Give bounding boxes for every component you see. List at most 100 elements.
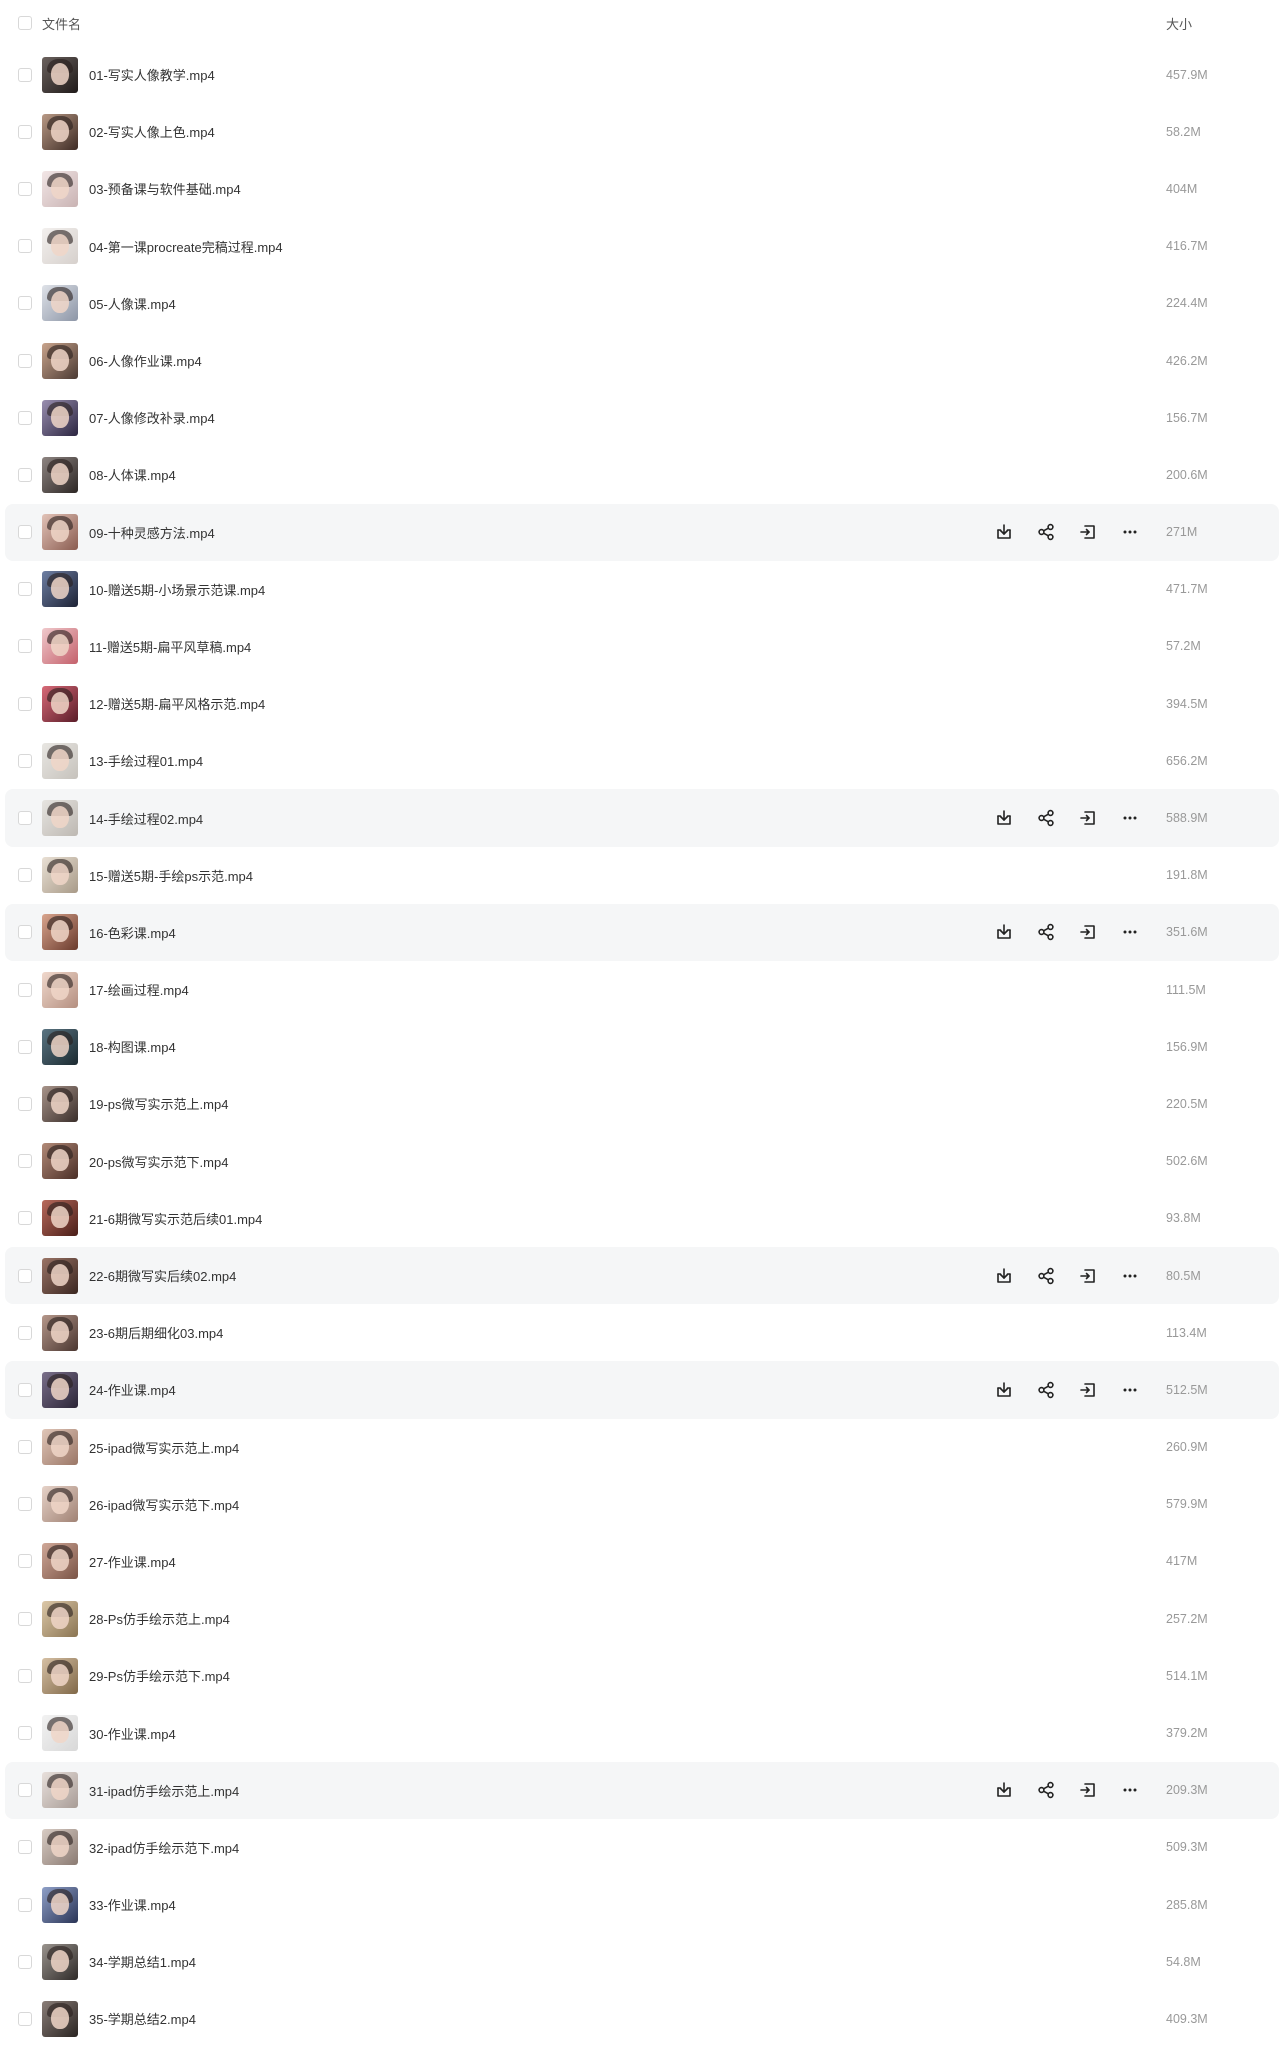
video-thumbnail[interactable] <box>42 1429 78 1466</box>
file-row[interactable]: 26-ipad微写实示范下.mp4 579.9M <box>0 1476 1279 1533</box>
file-name[interactable]: 27-作业课.mp4 <box>89 1552 176 1571</box>
video-thumbnail[interactable] <box>42 1143 78 1180</box>
row-checkbox[interactable] <box>18 353 32 368</box>
video-thumbnail[interactable] <box>42 2000 78 2037</box>
video-thumbnail[interactable] <box>42 628 78 665</box>
video-thumbnail[interactable] <box>42 1371 78 1408</box>
move-icon[interactable] <box>1077 807 1099 829</box>
row-checkbox[interactable] <box>18 1096 32 1111</box>
file-row[interactable]: 29-Ps仿手绘示范下.mp4 514.1M <box>0 1647 1279 1704</box>
file-row[interactable]: 05-人像课.mp4 224.4M <box>0 275 1279 332</box>
file-row[interactable]: 04-第一课procreate完稿过程.mp4 416.7M <box>0 218 1279 275</box>
file-name[interactable]: 14-手绘过程02.mp4 <box>89 809 203 828</box>
row-checkbox[interactable] <box>18 67 32 82</box>
file-row[interactable]: 15-赠送5期-手绘ps示范.mp4 191.8M <box>0 847 1279 904</box>
more-icon[interactable] <box>1119 1265 1141 1287</box>
download-icon[interactable] <box>993 1379 1015 1401</box>
file-row[interactable]: 10-赠送5期-小场景示范课.mp4 471.7M <box>0 561 1279 618</box>
column-header-name[interactable]: 文件名 <box>42 14 81 33</box>
file-name[interactable]: 09-十种灵感方法.mp4 <box>89 523 215 542</box>
file-name[interactable]: 25-ipad微写实示范上.mp4 <box>89 1438 239 1457</box>
row-checkbox[interactable] <box>18 181 32 196</box>
file-row[interactable]: 31-ipad仿手绘示范上.mp4 209.3M <box>5 1761 1279 1819</box>
video-thumbnail[interactable] <box>42 914 78 951</box>
more-icon[interactable] <box>1119 921 1141 943</box>
row-checkbox[interactable] <box>18 1611 32 1626</box>
row-checkbox[interactable] <box>18 582 32 597</box>
download-icon[interactable] <box>993 921 1015 943</box>
row-checkbox[interactable] <box>18 1897 32 1912</box>
file-row[interactable]: 09-十种灵感方法.mp4 271M <box>5 503 1279 561</box>
file-name[interactable]: 06-人像作业课.mp4 <box>89 351 202 370</box>
file-name[interactable]: 21-6期微写实示范后续01.mp4 <box>89 1209 262 1228</box>
move-icon[interactable] <box>1077 921 1099 943</box>
file-row[interactable]: 01-写实人像教学.mp4 457.9M <box>0 46 1279 103</box>
file-row[interactable]: 30-作业课.mp4 379.2M <box>0 1704 1279 1761</box>
file-row[interactable]: 18-构图课.mp4 156.9M <box>0 1018 1279 1075</box>
share-icon[interactable] <box>1035 807 1057 829</box>
video-thumbnail[interactable] <box>42 228 78 265</box>
row-checkbox[interactable] <box>18 2011 32 2026</box>
download-icon[interactable] <box>993 807 1015 829</box>
row-checkbox[interactable] <box>18 925 32 940</box>
row-checkbox[interactable] <box>18 1268 32 1283</box>
video-thumbnail[interactable] <box>42 685 78 722</box>
column-header-size[interactable]: 大小 <box>1166 14 1192 33</box>
row-checkbox[interactable] <box>18 982 32 997</box>
file-row[interactable]: 32-ipad仿手绘示范下.mp4 509.3M <box>0 1819 1279 1876</box>
video-thumbnail[interactable] <box>42 113 78 150</box>
file-name[interactable]: 26-ipad微写实示范下.mp4 <box>89 1495 239 1514</box>
row-checkbox[interactable] <box>18 296 32 311</box>
file-name[interactable]: 20-ps微写实示范下.mp4 <box>89 1152 228 1171</box>
video-thumbnail[interactable] <box>42 1829 78 1866</box>
file-name[interactable]: 22-6期微写实后续02.mp4 <box>89 1266 236 1285</box>
share-icon[interactable] <box>1035 1379 1057 1401</box>
file-row[interactable]: 11-赠送5期-扁平风草稿.mp4 57.2M <box>0 618 1279 675</box>
share-icon[interactable] <box>1035 1265 1057 1287</box>
file-row[interactable]: 20-ps微写实示范下.mp4 502.6M <box>0 1133 1279 1190</box>
file-name[interactable]: 23-6期后期细化03.mp4 <box>89 1323 223 1342</box>
video-thumbnail[interactable] <box>42 1028 78 1065</box>
video-thumbnail[interactable] <box>42 742 78 779</box>
row-checkbox[interactable] <box>18 1726 32 1741</box>
video-thumbnail[interactable] <box>42 1200 78 1237</box>
file-name[interactable]: 18-构图课.mp4 <box>89 1037 176 1056</box>
row-checkbox[interactable] <box>18 124 32 139</box>
file-row[interactable]: 17-绘画过程.mp4 111.5M <box>0 961 1279 1018</box>
row-checkbox[interactable] <box>18 1211 32 1226</box>
file-name[interactable]: 29-Ps仿手绘示范下.mp4 <box>89 1666 230 1685</box>
file-row[interactable]: 25-ipad微写实示范上.mp4 260.9M <box>0 1419 1279 1476</box>
select-all-checkbox[interactable] <box>18 16 32 30</box>
video-thumbnail[interactable] <box>42 170 78 207</box>
file-name[interactable]: 04-第一课procreate完稿过程.mp4 <box>89 237 283 256</box>
download-icon[interactable] <box>993 1265 1015 1287</box>
file-row[interactable]: 33-作业课.mp4 285.8M <box>0 1876 1279 1933</box>
row-checkbox[interactable] <box>18 410 32 425</box>
more-icon[interactable] <box>1119 1779 1141 1801</box>
row-checkbox[interactable] <box>18 467 32 482</box>
file-name[interactable]: 10-赠送5期-小场景示范课.mp4 <box>89 580 265 599</box>
video-thumbnail[interactable] <box>42 857 78 894</box>
video-thumbnail[interactable] <box>42 571 78 608</box>
file-name[interactable]: 07-人像修改补录.mp4 <box>89 408 215 427</box>
row-checkbox[interactable] <box>18 1840 32 1855</box>
video-thumbnail[interactable] <box>42 456 78 493</box>
file-row[interactable]: 19-ps微写实示范上.mp4 220.5M <box>0 1075 1279 1132</box>
file-name[interactable]: 12-赠送5期-扁平风格示范.mp4 <box>89 694 265 713</box>
file-row[interactable]: 07-人像修改补录.mp4 156.7M <box>0 389 1279 446</box>
file-row[interactable]: 23-6期后期细化03.mp4 113.4M <box>0 1304 1279 1361</box>
share-icon[interactable] <box>1035 1779 1057 1801</box>
row-checkbox[interactable] <box>18 1382 32 1397</box>
file-name[interactable]: 28-Ps仿手绘示范上.mp4 <box>89 1609 230 1628</box>
row-checkbox[interactable] <box>18 639 32 654</box>
row-checkbox[interactable] <box>18 696 32 711</box>
file-name[interactable]: 19-ps微写实示范上.mp4 <box>89 1094 228 1113</box>
file-name[interactable]: 15-赠送5期-手绘ps示范.mp4 <box>89 866 253 885</box>
share-icon[interactable] <box>1035 521 1057 543</box>
file-name[interactable]: 31-ipad仿手绘示范上.mp4 <box>89 1781 239 1800</box>
file-row[interactable]: 28-Ps仿手绘示范上.mp4 257.2M <box>0 1590 1279 1647</box>
file-row[interactable]: 16-色彩课.mp4 351.6M <box>5 903 1279 961</box>
download-icon[interactable] <box>993 521 1015 543</box>
video-thumbnail[interactable] <box>42 1600 78 1637</box>
video-thumbnail[interactable] <box>42 971 78 1008</box>
